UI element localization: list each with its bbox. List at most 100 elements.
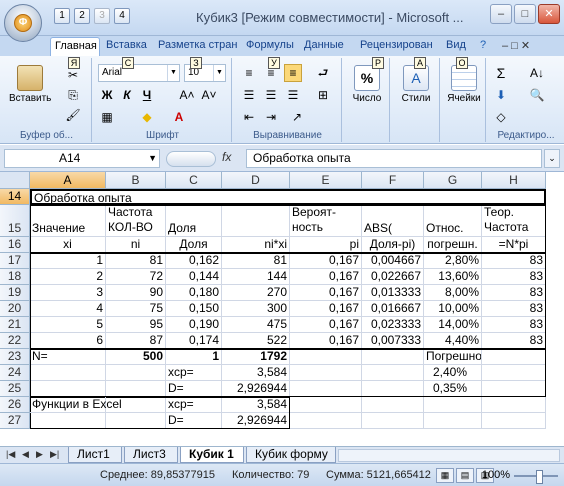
autosum-icon[interactable]: Σ <box>492 64 510 82</box>
workbook-window-controls[interactable]: – □ ✕ <box>498 37 558 56</box>
help-icon[interactable]: ? <box>476 37 492 56</box>
data-cell[interactable]: 10,00% <box>424 301 482 317</box>
zoom-slider[interactable] <box>514 470 558 484</box>
header-cell[interactable]: Теор. Частота <box>482 205 546 237</box>
cell[interactable] <box>482 413 546 429</box>
header-cell[interactable]: погрешн. <box>424 237 482 253</box>
cell[interactable]: 500 <box>106 349 166 365</box>
borders-icon[interactable]: ▦ <box>98 108 116 126</box>
increase-indent-icon[interactable]: ⇥ <box>262 108 280 126</box>
data-cell[interactable]: 0,016667 <box>362 301 424 317</box>
cell[interactable] <box>106 365 166 381</box>
styles-button[interactable]: A Стили <box>394 62 438 116</box>
data-cell[interactable]: 0,004667 <box>362 253 424 269</box>
cell[interactable]: 2,40% <box>424 365 482 381</box>
grow-font-icon[interactable]: A˄ <box>178 86 196 104</box>
row-header[interactable]: 25 <box>0 381 30 397</box>
cell[interactable] <box>30 413 106 429</box>
last-sheet-icon[interactable]: ▶| <box>50 449 59 460</box>
data-cell[interactable]: 81 <box>106 253 166 269</box>
fill-color-icon[interactable]: ◆ <box>138 108 156 126</box>
prev-sheet-icon[interactable]: ◀ <box>22 449 29 460</box>
column-header[interactable]: E <box>290 172 362 189</box>
data-cell[interactable]: 4,40% <box>424 333 482 349</box>
font-name-combo[interactable]: Arial ▼ <box>98 64 180 82</box>
data-cell[interactable]: 0,167 <box>290 317 362 333</box>
column-header[interactable]: F <box>362 172 424 189</box>
undo-button[interactable]: 2 <box>74 8 90 24</box>
header-cell[interactable]: Доля <box>166 205 222 237</box>
sort-filter-icon[interactable]: A↓ <box>528 64 546 82</box>
italic-button[interactable]: К <box>118 86 136 104</box>
cell[interactable] <box>482 365 546 381</box>
header-cell[interactable]: Относ. <box>424 205 482 237</box>
header-cell[interactable]: Частота КОЛ-ВО <box>106 205 166 237</box>
cell[interactable] <box>30 365 106 381</box>
zoom-level[interactable]: 100% <box>482 469 510 481</box>
row-header[interactable]: 17 <box>0 253 30 269</box>
data-cell[interactable]: 14,00% <box>424 317 482 333</box>
office-button[interactable]: Ф <box>4 4 42 42</box>
row-header[interactable]: 23 <box>0 349 30 365</box>
data-cell[interactable]: 87 <box>106 333 166 349</box>
data-cell[interactable]: 475 <box>222 317 290 333</box>
bold-button[interactable]: Ж <box>98 86 116 104</box>
cell[interactable] <box>106 413 166 429</box>
number-format-button[interactable]: % Число <box>345 62 389 116</box>
merge-cells-icon[interactable]: ⊞ <box>314 86 332 104</box>
header-cell[interactable]: Вероят-ность <box>290 205 362 237</box>
header-cell[interactable]: =N*pi <box>482 237 546 253</box>
column-header[interactable]: H <box>482 172 546 189</box>
data-cell[interactable]: 2,80% <box>424 253 482 269</box>
data-cell[interactable]: 90 <box>106 285 166 301</box>
clear-icon[interactable]: ◇ <box>492 108 510 126</box>
data-cell[interactable]: 83 <box>482 317 546 333</box>
data-cell[interactable]: 0,022667 <box>362 269 424 285</box>
data-cell[interactable]: 75 <box>106 301 166 317</box>
tab-review[interactable]: Рецензирован <box>356 37 440 56</box>
data-cell[interactable]: 0,150 <box>166 301 222 317</box>
header-cell[interactable]: pi <box>290 237 362 253</box>
cell[interactable]: 3,584 <box>222 365 290 381</box>
data-cell[interactable]: 2 <box>30 269 106 285</box>
data-cell[interactable]: 0,167 <box>290 253 362 269</box>
fill-icon[interactable]: ⬇ <box>492 86 510 104</box>
cell[interactable] <box>362 413 424 429</box>
data-cell[interactable]: 5 <box>30 317 106 333</box>
header-cell[interactable]: Значение <box>30 205 106 237</box>
data-cell[interactable]: 144 <box>222 269 290 285</box>
row-header[interactable]: 24 <box>0 365 30 381</box>
cell[interactable] <box>290 381 362 397</box>
minimize-button[interactable]: – <box>490 4 512 24</box>
cell[interactable]: Погрешность <box>424 349 482 365</box>
orientation-icon[interactable]: ↗ <box>288 108 306 126</box>
data-cell[interactable]: 83 <box>482 253 546 269</box>
data-cell[interactable]: 95 <box>106 317 166 333</box>
data-cell[interactable]: 0,174 <box>166 333 222 349</box>
data-cell[interactable]: 522 <box>222 333 290 349</box>
row-header[interactable]: 27 <box>0 413 30 429</box>
header-cell[interactable] <box>222 205 290 237</box>
header-cell[interactable]: ABS( <box>362 205 424 237</box>
data-cell[interactable]: 83 <box>482 285 546 301</box>
formula-input[interactable]: Обработка опыта <box>246 149 542 168</box>
row-header[interactable]: 18 <box>0 269 30 285</box>
data-cell[interactable]: 6 <box>30 333 106 349</box>
data-cell[interactable]: 8,00% <box>424 285 482 301</box>
maximize-button[interactable]: □ <box>514 4 536 24</box>
header-cell[interactable]: xi <box>30 237 106 253</box>
close-button[interactable]: ✕ <box>538 4 560 24</box>
data-cell[interactable]: 83 <box>482 333 546 349</box>
page-layout-view-icon[interactable]: ▤ <box>456 468 474 483</box>
cell[interactable]: 0,35% <box>424 381 482 397</box>
header-cell[interactable]: ni <box>106 237 166 253</box>
data-cell[interactable]: 72 <box>106 269 166 285</box>
cell[interactable]: D= <box>166 381 222 397</box>
cell[interactable] <box>290 397 362 413</box>
sheet-tab-active[interactable]: Кубик 1 <box>180 447 244 463</box>
next-sheet-icon[interactable]: ▶ <box>36 449 43 460</box>
data-cell[interactable]: 0,167 <box>290 333 362 349</box>
row-header[interactable]: 20 <box>0 301 30 317</box>
cell[interactable] <box>362 397 424 413</box>
align-right-icon[interactable]: ☰ <box>284 86 302 104</box>
